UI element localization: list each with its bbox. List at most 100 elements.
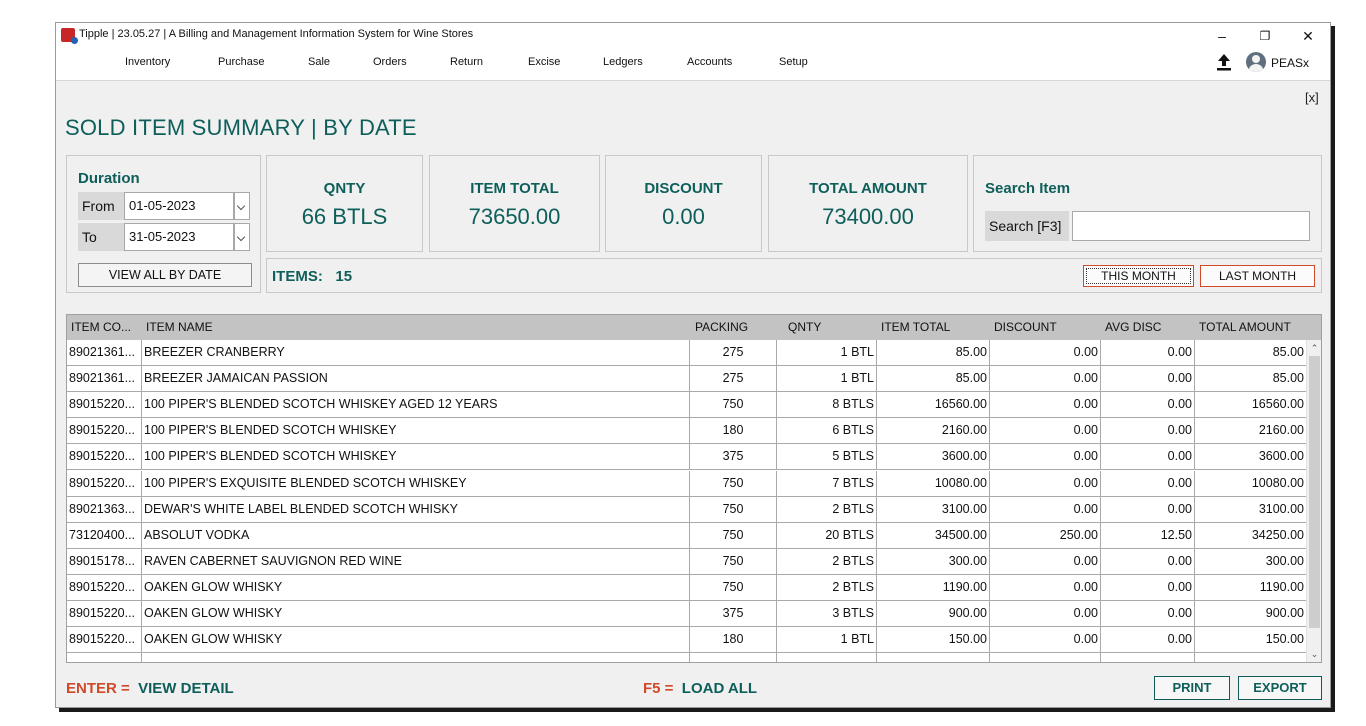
items-count-value: 15 <box>335 268 353 285</box>
table-row[interactable]: 89015220... OAKEN GLOW WHISKY 750 2 BTLS 119… <box>67 574 1307 601</box>
header-total-amount[interactable]: TOTAL AMOUNT <box>1199 315 1291 340</box>
table-row[interactable]: 89015220... OAKEN GLOW WHISKY 375 3 BTLS 900… <box>67 601 1307 627</box>
header-qnty[interactable]: QNTY <box>788 315 821 340</box>
vertical-scrollbar[interactable]: ⌃ ⌄ <box>1306 340 1321 662</box>
header-avg-disc[interactable]: AVG DISC <box>1105 315 1161 340</box>
upload-icon[interactable] <box>1214 52 1234 72</box>
header-item-code[interactable]: ITEM CO... <box>71 315 131 340</box>
cell-packing: 275 <box>690 366 777 392</box>
close-page-button[interactable]: [x] <box>1305 90 1319 105</box>
cell-item-code: 89015220... <box>67 601 142 626</box>
menu-inventory[interactable]: Inventory <box>125 56 170 68</box>
cell-discount: 0.00 <box>990 392 1101 418</box>
cell-packing: 375 <box>690 601 777 626</box>
print-button[interactable]: PRINT <box>1154 676 1230 700</box>
item-total-value: 73650.00 <box>468 204 561 229</box>
cell-packing: 750 <box>690 392 777 418</box>
cell-item-name: BREEZER JAMAICAN PASSION <box>142 366 690 392</box>
table-row[interactable]: 89015178... RAVEN CABERNET SAUVIGNON RED … <box>67 548 1307 575</box>
discount-label: DISCOUNT <box>644 180 723 197</box>
cell-item-name: OAKEN GLOW WHISKY <box>142 601 690 626</box>
from-date-dropdown-icon[interactable] <box>234 192 250 220</box>
header-item-name[interactable]: ITEM NAME <box>146 315 213 340</box>
cell-qnty: 5 BTLS <box>777 444 877 470</box>
cell-total-amount: 10080.00 <box>1195 470 1307 496</box>
menu-sale[interactable]: Sale <box>308 56 330 68</box>
last-month-button[interactable]: LAST MONTH <box>1200 265 1315 287</box>
f5-key-label: F5 = <box>643 680 674 697</box>
scroll-up-icon[interactable]: ⌃ <box>1309 342 1320 354</box>
cell-item-code: 89021363... <box>67 496 142 522</box>
minimize-button[interactable]: – <box>1202 25 1242 47</box>
cell-item-total: 34500.00 <box>877 522 990 548</box>
scrollbar-thumb[interactable] <box>1309 356 1320 628</box>
close-button[interactable]: ✕ <box>1288 25 1328 47</box>
cell-qnty: 2 BTLS <box>777 574 877 600</box>
header-item-total[interactable]: ITEM TOTAL <box>881 315 950 340</box>
table-row[interactable]: 89015220... 100 PIPER'S BLENDED SCOTCH WH… <box>67 392 1307 419</box>
cell-total-amount: 150.00 <box>1195 627 1307 653</box>
app-logo-icon <box>61 28 78 44</box>
window-title: Tipple | 23.05.27 | A Billing and Manage… <box>79 28 474 40</box>
cell-discount: 0.00 <box>990 627 1101 653</box>
table-row[interactable]: 89015220... 100 PIPER'S EXQUISITE BLENDED… <box>67 470 1307 497</box>
menu-accounts[interactable]: Accounts <box>687 56 732 68</box>
app-window: Tipple | 23.05.27 | A Billing and Manage… <box>55 22 1331 708</box>
table-row[interactable]: 89015220... 100 PIPER'S BLENDED SCOTCH WH… <box>67 444 1307 471</box>
cell-item-name: BREEZER CRANBERRY <box>142 340 690 365</box>
cell-qnty: 1 BTL <box>777 340 877 365</box>
menu-excise[interactable]: Excise <box>528 56 560 68</box>
table-row[interactable] <box>67 653 1307 662</box>
cell-item-code: 89015220... <box>67 470 142 496</box>
cell-packing: 750 <box>690 470 777 496</box>
to-date-input[interactable]: 31-05-2023 <box>124 223 234 251</box>
user-name[interactable]: PEASx <box>1271 56 1309 70</box>
cell-total-amount: 3600.00 <box>1195 444 1307 470</box>
cell-item-code: 89015220... <box>67 627 142 653</box>
cell-avg-disc: 0.00 <box>1101 340 1195 365</box>
discount-value: 0.00 <box>662 204 705 229</box>
table-row[interactable]: 89015220... OAKEN GLOW WHISKY 180 1 BTL 150.… <box>67 627 1307 654</box>
from-date-input[interactable]: 01-05-2023 <box>124 192 234 220</box>
table-row[interactable]: 89015220... 100 PIPER'S BLENDED SCOTCH WH… <box>67 418 1307 445</box>
to-date-dropdown-icon[interactable] <box>234 223 250 251</box>
menu-orders[interactable]: Orders <box>373 56 407 68</box>
menu-ledgers[interactable]: Ledgers <box>603 56 643 68</box>
cell-total-amount: 85.00 <box>1195 340 1307 365</box>
item-total-label: ITEM TOTAL <box>470 180 559 197</box>
view-all-by-date-button[interactable]: VIEW ALL BY DATE <box>78 263 252 287</box>
from-label: From <box>78 192 124 220</box>
table-row[interactable]: 73120400... ABSOLUT VODKA 750 20 BTLS 34500.… <box>67 522 1307 549</box>
header-packing[interactable]: PACKING <box>695 315 748 340</box>
cell-qnty: 1 BTL <box>777 627 877 653</box>
scroll-down-icon[interactable]: ⌄ <box>1309 648 1320 660</box>
cell-total-amount <box>1195 653 1307 662</box>
cell-packing: 180 <box>690 418 777 444</box>
search-label: Search [F3] <box>985 211 1069 241</box>
table-row[interactable]: 89021363... DEWAR'S WHITE LABEL BLENDED S… <box>67 496 1307 523</box>
total-amount-value: 73400.00 <box>822 204 914 229</box>
cell-packing: 750 <box>690 548 777 574</box>
cell-discount: 0.00 <box>990 574 1101 600</box>
cell-qnty: 2 BTLS <box>777 496 877 522</box>
menu-return[interactable]: Return <box>450 56 483 68</box>
export-button[interactable]: EXPORT <box>1238 676 1322 700</box>
this-month-button[interactable]: THIS MONTH <box>1083 265 1194 287</box>
total-amount-label: TOTAL AMOUNT <box>809 180 927 197</box>
user-avatar-icon[interactable] <box>1246 52 1266 72</box>
table-row[interactable]: 89021361... BREEZER CRANBERRY 275 1 BTL 85.0… <box>67 340 1307 366</box>
main-menu: Inventory Purchase Sale Orders Return Ex… <box>56 56 956 76</box>
items-label: ITEMS: <box>272 268 323 285</box>
menu-purchase[interactable]: Purchase <box>218 56 264 68</box>
menu-setup[interactable]: Setup <box>779 56 808 68</box>
search-input[interactable] <box>1072 211 1310 241</box>
sold-items-table: ITEM CO... ITEM NAME PACKING QNTY ITEM T… <box>66 314 1322 663</box>
restore-button[interactable]: ❐ <box>1245 25 1285 47</box>
cell-qnty: 2 BTLS <box>777 548 877 574</box>
cell-packing: 750 <box>690 522 777 548</box>
total-amount-card: TOTAL AMOUNT 73400.00 <box>768 155 968 252</box>
table-row[interactable]: 89021361... BREEZER JAMAICAN PASSION 275 1 … <box>67 366 1307 393</box>
cell-item-code: 89015178... <box>67 548 142 574</box>
item-total-card: ITEM TOTAL 73650.00 <box>429 155 600 252</box>
header-discount[interactable]: DISCOUNT <box>994 315 1057 340</box>
